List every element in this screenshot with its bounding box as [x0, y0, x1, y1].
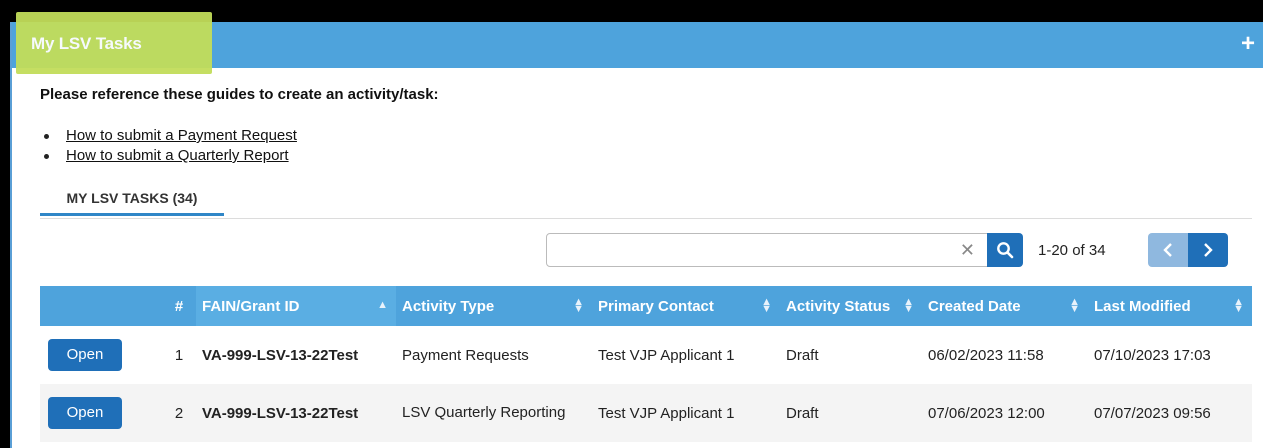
tasks-table: # FAIN/Grant ID ▲ Activity Type ▲ ▼ Primary…	[40, 286, 1252, 442]
payment-request-guide-link[interactable]: How to submit a Payment Request	[66, 127, 297, 144]
column-header-created-date[interactable]: Created Date ▲ ▼	[922, 286, 1088, 326]
clear-icon[interactable]: ✕	[960, 240, 975, 260]
column-header-action	[40, 286, 162, 326]
tab-bar: MY LSV TASKS (34)	[40, 180, 1252, 219]
sort-icon: ▲ ▼	[903, 296, 914, 315]
grant-id: VA-999-LSV-13-22Test	[202, 346, 359, 364]
search-box: ✕	[546, 233, 988, 267]
sort-ascending-icon: ▲	[377, 299, 388, 311]
tab-my-lsv-tasks[interactable]: MY LSV TASKS (34)	[40, 180, 224, 216]
activity-type: LSV Quarterly Reporting	[396, 384, 592, 442]
table-header-row: # FAIN/Grant ID ▲ Activity Type ▲ ▼ Primary…	[40, 286, 1252, 326]
next-page-button[interactable]	[1188, 233, 1228, 267]
list-item: How to submit a Quarterly Report	[40, 146, 297, 166]
sort-icon: ▲ ▼	[761, 296, 772, 315]
column-header-number[interactable]: #	[162, 286, 196, 326]
guides-list: How to submit a Payment Request How to s…	[40, 126, 297, 166]
quarterly-report-guide-link[interactable]: How to submit a Quarterly Report	[66, 147, 289, 164]
column-header-primary-contact[interactable]: Primary Contact ▲ ▼	[592, 286, 780, 326]
created-date: 07/06/2023 12:00	[922, 384, 1088, 442]
column-header-activity-type[interactable]: Activity Type ▲ ▼	[396, 286, 592, 326]
last-modified: 07/07/2023 09:56	[1088, 384, 1252, 442]
pager-range: 1-20 of 34	[1038, 242, 1106, 259]
activity-type: Payment Requests	[402, 346, 529, 364]
sort-icon: ▲ ▼	[1233, 296, 1244, 315]
last-modified: 07/10/2023 17:03	[1094, 346, 1211, 364]
primary-contact: Test VJP Applicant 1	[598, 346, 735, 364]
search-button[interactable]	[987, 233, 1023, 267]
chevron-left-icon	[1163, 243, 1172, 257]
grant-id: VA-999-LSV-13-22Test	[196, 384, 396, 442]
created-date: 06/02/2023 11:58	[928, 346, 1044, 364]
list-item: How to submit a Payment Request	[40, 126, 297, 146]
activity-status: Draft	[780, 384, 922, 442]
chevron-right-icon	[1204, 243, 1213, 257]
tasks-panel: + My LSV Tasks Please reference these gu…	[10, 12, 1263, 448]
open-task-button[interactable]: Open	[48, 397, 122, 429]
row-number: 1	[174, 346, 184, 364]
row-number: 2	[162, 384, 196, 442]
primary-contact: Test VJP Applicant 1	[592, 384, 780, 442]
panel-title: My LSV Tasks	[31, 34, 142, 53]
open-task-button[interactable]: Open	[48, 339, 122, 371]
sort-icon: ▲ ▼	[1069, 296, 1080, 315]
column-header-grant-id[interactable]: FAIN/Grant ID ▲	[196, 286, 396, 326]
guides-heading: Please reference these guides to create …	[40, 86, 439, 103]
table-row: Open 1 VA-999-LSV-13-22Test Payment Requ…	[40, 326, 1252, 384]
sort-icon: ▲ ▼	[573, 296, 584, 315]
search-input[interactable]	[547, 234, 947, 266]
search-icon	[997, 242, 1014, 259]
table-row: Open 2 VA-999-LSV-13-22Test LSV Quarterl…	[40, 384, 1252, 442]
column-header-last-modified[interactable]: Last Modified ▲ ▼	[1088, 286, 1252, 326]
previous-page-button[interactable]	[1148, 233, 1188, 267]
column-header-activity-status[interactable]: Activity Status ▲ ▼	[780, 286, 922, 326]
activity-status: Draft	[786, 346, 819, 364]
plus-icon[interactable]: +	[1241, 32, 1255, 56]
panel-title-highlight: My LSV Tasks	[16, 12, 212, 74]
